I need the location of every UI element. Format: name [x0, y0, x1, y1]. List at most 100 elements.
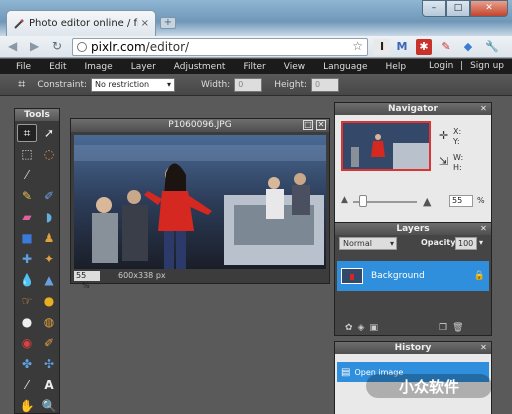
- layers-footer: ✿ ◈ ▣ ❐ 🗑: [335, 321, 491, 335]
- nav-h-label: H:: [453, 163, 462, 172]
- tool-grid: ⌗ ➚ ⬚ ◌ ⁄ ✎ ✐ ▰ ◗ ■ ♟ ✚ ✦ 💧 ▲ ☞ ● ● ◍ ◉ …: [15, 121, 59, 414]
- brush-tool-icon[interactable]: ✐: [39, 187, 59, 205]
- navigator-title-bar: Navigator ✕: [335, 103, 491, 115]
- height-input[interactable]: 0: [311, 77, 340, 92]
- account-separator: |: [460, 61, 464, 71]
- maximize-button[interactable]: □: [446, 0, 470, 17]
- eraser-tool-icon[interactable]: ▰: [17, 208, 37, 226]
- close-navigator-icon[interactable]: ✕: [479, 104, 488, 113]
- sponge-tool-icon[interactable]: ◍: [39, 313, 59, 331]
- zoom-out-icon[interactable]: ▲: [341, 195, 348, 205]
- opacity-dropdown-icon[interactable]: ▾: [479, 238, 483, 247]
- width-input[interactable]: 0: [234, 77, 263, 92]
- crosshair-icon: ✛: [439, 129, 449, 142]
- gmail-extension-icon[interactable]: M: [394, 39, 410, 55]
- lock-icon: 🔒: [473, 271, 485, 281]
- blend-mode-value: Normal: [343, 239, 372, 248]
- browser-toolbar: ◀ ▶ ↻ pixlr.com /editor/ ☆ I M ✱ ✎ ◆ 🔧: [0, 36, 512, 58]
- blue-extension-icon[interactable]: ◆: [460, 39, 476, 55]
- pencil-tool-icon[interactable]: ✎: [17, 187, 37, 205]
- menu-view[interactable]: View: [275, 62, 314, 72]
- lasso-tool-icon[interactable]: ◌: [39, 145, 59, 163]
- forward-arrow-icon[interactable]: ▶: [30, 39, 39, 53]
- menu-filter[interactable]: Filter: [234, 62, 274, 72]
- hand-tool-icon[interactable]: ✋: [17, 397, 37, 414]
- new-tab-button[interactable]: +: [160, 17, 176, 29]
- sharpen-tool-icon[interactable]: ▲: [39, 271, 59, 289]
- menu-edit[interactable]: Edit: [40, 62, 75, 72]
- reload-icon[interactable]: ↻: [52, 39, 62, 53]
- browser-tab[interactable]: Photo editor online / fr... ×: [6, 10, 156, 36]
- document-titlebar[interactable]: P1060096.JPG □ ✕: [71, 119, 329, 132]
- nav-w-label: W:: [453, 153, 464, 162]
- menu-adjustment[interactable]: Adjustment: [165, 62, 235, 72]
- crop-tool-icon[interactable]: ⌗: [17, 124, 37, 142]
- close-history-icon[interactable]: ✕: [479, 343, 488, 352]
- menu-file[interactable]: File: [0, 62, 40, 72]
- colorreplace-tool-icon[interactable]: ✐: [39, 334, 59, 352]
- tab-close-icon[interactable]: ×: [141, 18, 149, 29]
- bookmark-star-icon[interactable]: ☆: [352, 39, 363, 53]
- back-arrow-icon[interactable]: ◀: [8, 39, 17, 53]
- marquee-tool-icon[interactable]: ⬚: [17, 145, 37, 163]
- blend-mode-select[interactable]: Normal ▾: [339, 237, 397, 250]
- tools-panel: Tools ⌗ ➚ ⬚ ◌ ⁄ ✎ ✐ ▰ ◗ ■ ♟ ✚ ✦ 💧 ▲ ☞ ● …: [14, 108, 60, 414]
- layer-row-background[interactable]: Background 🔒: [337, 261, 489, 291]
- smudge-tool-icon[interactable]: ☞: [17, 292, 37, 310]
- layer-mask-icon[interactable]: ▣: [369, 323, 378, 333]
- zoom-slider-knob[interactable]: [358, 195, 367, 207]
- type-tool-icon[interactable]: A: [39, 376, 59, 394]
- bloat-tool-icon[interactable]: ✦: [39, 250, 59, 268]
- layers-title: Layers: [396, 224, 430, 234]
- close-layers-icon[interactable]: ✕: [479, 224, 488, 233]
- history-title: History: [394, 343, 432, 353]
- burn-tool-icon[interactable]: ●: [17, 313, 37, 331]
- document-canvas[interactable]: [74, 135, 326, 269]
- new-layer-icon[interactable]: ❐: [439, 323, 447, 333]
- wand-tool-icon[interactable]: ⁄: [17, 166, 37, 184]
- constraint-select[interactable]: No restriction ▾: [91, 77, 176, 92]
- signup-link[interactable]: Sign up: [470, 61, 504, 71]
- history-title-bar: History ✕: [335, 342, 491, 354]
- maximize-doc-icon[interactable]: □: [303, 120, 313, 130]
- redeye-tool-icon[interactable]: ◉: [17, 334, 37, 352]
- extension-i-icon[interactable]: I: [374, 39, 390, 55]
- dodge-tool-icon[interactable]: ●: [39, 292, 59, 310]
- brush-extension-icon[interactable]: ✎: [438, 39, 454, 55]
- document-title: P1060096.JPG: [168, 120, 232, 130]
- zoom-in-icon[interactable]: ▲: [423, 195, 431, 208]
- login-link[interactable]: Login: [429, 61, 453, 71]
- navigator-zoom-input[interactable]: 55: [449, 195, 473, 207]
- drawing-tool-icon[interactable]: ✤: [17, 355, 37, 373]
- menu-language[interactable]: Language: [314, 62, 376, 72]
- heal-tool-icon[interactable]: ✚: [17, 250, 37, 268]
- shape-tool-icon[interactable]: ✣: [39, 355, 59, 373]
- layer-style-icon[interactable]: ✿: [345, 323, 353, 333]
- minimize-button[interactable]: –: [422, 0, 446, 17]
- menu-image[interactable]: Image: [76, 62, 122, 72]
- opacity-input[interactable]: 100: [455, 237, 477, 250]
- close-doc-icon[interactable]: ✕: [316, 120, 326, 130]
- menu-help[interactable]: Help: [377, 62, 416, 72]
- bucket-tool-icon[interactable]: ◗: [39, 208, 59, 226]
- wrench-icon[interactable]: 🔧: [484, 39, 500, 55]
- layer-opacity-icon[interactable]: ◈: [358, 323, 365, 333]
- document-zoom-input[interactable]: 55 %: [74, 270, 100, 290]
- stamp-tool-icon[interactable]: ♟: [39, 229, 59, 247]
- url-host: pixlr.com: [91, 40, 146, 54]
- red-extension-icon[interactable]: ✱: [416, 39, 432, 55]
- delete-layer-icon[interactable]: 🗑: [452, 323, 463, 333]
- navigator-body: ✛ X: Y: ⇲ W: H: ▲ ▲ 55 %: [335, 115, 491, 227]
- url-path: /editor/: [145, 40, 190, 54]
- drop-tool-icon[interactable]: 💧: [17, 271, 37, 289]
- gradient-tool-icon[interactable]: ■: [17, 229, 37, 247]
- menu-layer[interactable]: Layer: [122, 62, 165, 72]
- picker-tool-icon[interactable]: ⁄: [17, 376, 37, 394]
- navigator-zoom-unit: %: [477, 196, 485, 205]
- address-bar[interactable]: pixlr.com /editor/ ☆: [72, 38, 368, 56]
- navigator-thumbnail[interactable]: [341, 121, 431, 171]
- move-tool-icon[interactable]: ➚: [39, 124, 59, 142]
- document-dimensions: 600x338 px: [118, 271, 166, 280]
- zoom-tool-icon[interactable]: 🔍: [39, 397, 59, 414]
- close-window-button[interactable]: ✕: [470, 0, 508, 17]
